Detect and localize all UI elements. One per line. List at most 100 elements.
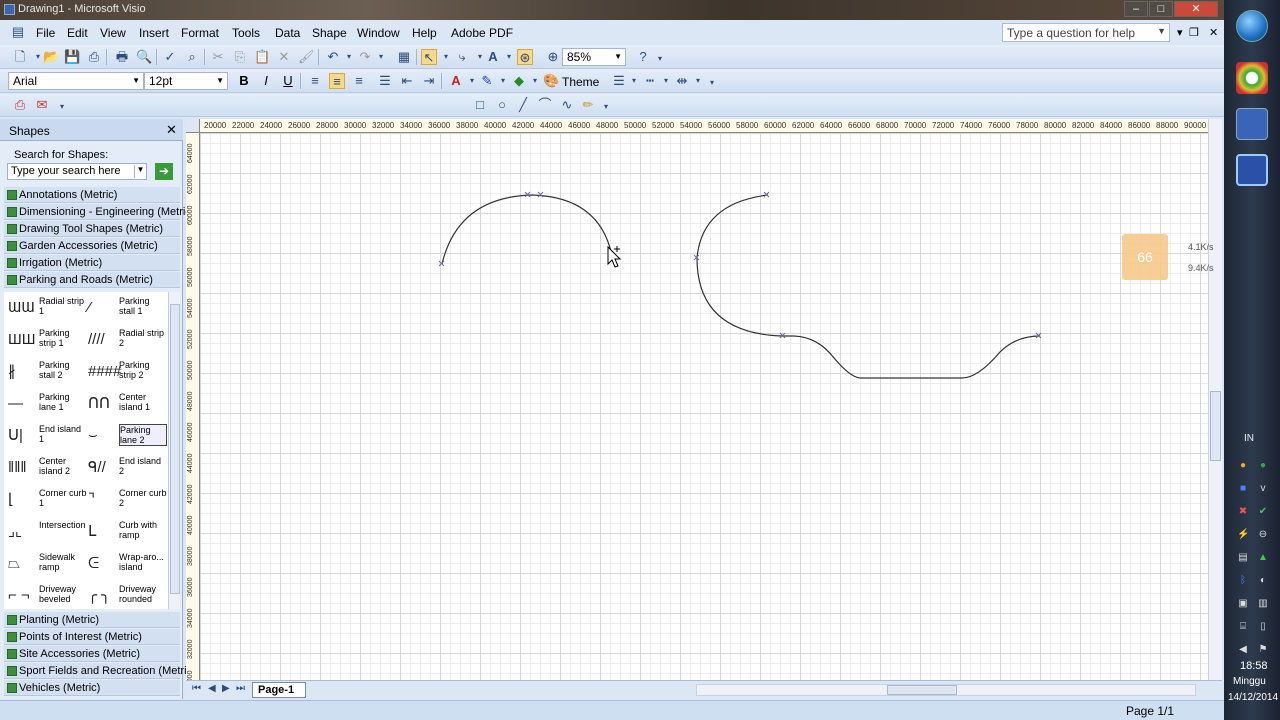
format-painter-icon[interactable]: 🖌 [298,49,315,65]
menu-help[interactable]: Help [412,26,437,40]
clock-day[interactable]: Minggu [1233,676,1266,687]
menu-tools[interactable]: Tools [232,26,260,40]
print-preview-icon[interactable]: 🔍 [136,49,152,65]
tray-app-icon[interactable]: ◐ [1257,575,1269,587]
delete-icon[interactable]: ✕ [276,49,292,65]
next-page-icon[interactable]: ▶ [222,683,230,694]
redo-icon[interactable]: ↷ [357,49,373,65]
last-page-icon[interactable]: ⏭ [236,683,245,694]
help-search-input[interactable]: Type a question for help ▼ [1002,23,1170,42]
align-right-icon[interactable]: ≡ [351,73,367,89]
shape-wrap-around-island[interactable]: ᕮ Wrap-aro... island [84,550,164,580]
shape-parking-stall-1[interactable]: ⁄ Parking stall 1 [84,294,164,324]
shape-driveway-rounded[interactable]: ╭ ╮ Driveway rounded [84,582,164,609]
line-pattern-icon[interactable]: ┅ [642,73,658,89]
copy-icon[interactable]: ⎘ [232,49,248,65]
chrome-icon[interactable] [1236,62,1268,94]
spelling-icon[interactable]: ✓ [162,49,178,65]
pdf-convert-icon[interactable]: ⎙ [12,97,28,113]
tray-app-icon[interactable]: ✔ [1257,506,1269,518]
visio-taskbar-icon[interactable] [1236,108,1268,140]
toolbar-options-icon[interactable]: ▾ [54,99,70,115]
shape-radial-strip-1[interactable]: ƜƜ Radial strip 1 [4,294,84,324]
tray-app-icon[interactable]: ⊖ [1257,529,1269,541]
fill-color-icon[interactable]: ◆ [511,73,527,89]
menu-view[interactable]: View [100,26,126,40]
clock-time[interactable]: 18:58 [1240,660,1268,672]
shape-parking-strip-2[interactable]: #### Parking strip 2 [84,358,164,388]
stencil-parking-roads[interactable]: Parking and Roads (Metric) [4,272,180,288]
shape-corner-curb-2[interactable]: ⌝ Corner curb 2 [84,486,167,516]
doc-minimize-icon[interactable]: ▾ [1177,26,1183,39]
shape-end-island-1[interactable]: ᑌ| End island 1 [4,422,84,452]
text-tool-icon[interactable]: A [485,49,501,65]
doc-restore-icon[interactable]: ❐ [1189,26,1199,39]
underline-button[interactable]: U [280,73,296,89]
align-left-icon[interactable]: ≡ [307,73,323,89]
menu-file[interactable]: File [36,26,55,40]
tray-app-icon[interactable]: ■ [1237,483,1249,495]
cut-icon[interactable]: ✂ [210,49,226,65]
chevron-down-icon[interactable]: ▼ [216,76,224,85]
stencil-irrigation[interactable]: Irrigation (Metric) [4,255,180,271]
stencil-planting[interactable]: Planting (Metric) [4,612,180,628]
minimize-button[interactable]: – [1124,1,1148,17]
save-icon[interactable]: 💾 [64,49,80,65]
network-icon[interactable]: ⌸ [1237,621,1249,633]
arc-tool-icon[interactable]: ⌒ [537,97,553,113]
chevron-down-icon[interactable]: ▾ [495,73,511,89]
pointer-tool-icon[interactable]: ↖ [421,49,437,65]
menu-edit[interactable]: Edit [67,26,88,40]
line-tool-icon[interactable]: ╱ [515,97,531,113]
vertical-scrollbar[interactable] [1208,119,1222,680]
menu-data[interactable]: Data [275,26,300,40]
increase-indent-icon[interactable]: ⇥ [421,73,437,89]
zoom-select[interactable]: 85% ▼ [562,48,626,66]
line-ends-icon[interactable]: ⇹ [674,73,690,89]
bluetooth-icon[interactable]: ᛒ [1237,575,1249,587]
chevron-down-icon[interactable]: ▾ [464,73,480,89]
connection-point[interactable] [438,260,445,267]
chevron-down-icon[interactable]: ▾ [658,73,674,89]
ellipse-tool-icon[interactable]: ○ [494,97,510,113]
chevron-down-icon[interactable]: ▾ [373,49,389,65]
scrollbar-thumb[interactable] [170,304,180,594]
pan-zoom-icon[interactable]: ⊕ [545,49,561,65]
shape-driveway-beveled[interactable]: ⌐ ¬ Driveway beveled [4,582,84,609]
connector-tool-icon[interactable]: ⤷ [454,49,470,65]
menu-adobe-pdf[interactable]: Adobe PDF [451,26,513,40]
shape-radial-strip-2[interactable]: //// Radial strip 2 [84,326,164,356]
arc-shape[interactable] [441,194,613,265]
print-icon[interactable]: 🖶 [114,49,130,65]
prev-page-icon[interactable]: ◀ [208,683,216,694]
language-indicator[interactable]: IN [1244,433,1254,444]
chevron-down-icon[interactable]: ▼ [614,52,622,61]
chevron-down-icon[interactable]: ▼ [1157,26,1166,36]
stencil-dimensioning[interactable]: Dimensioning - Engineering (Metric) [4,204,194,220]
stencil-annotations[interactable]: Annotations (Metric) [4,187,180,203]
stencil-points-of-interest[interactable]: Points of Interest (Metric) [4,629,180,645]
visio-active-icon[interactable] [1236,154,1268,186]
vertical-ruler[interactable]: 64000 62000 60000 58000 56000 54000 52000 50000… [186,133,200,680]
tab-page-1[interactable]: Page-1 [252,682,306,698]
toolbar-options-icon[interactable]: ▾ [704,75,720,91]
pencil-tool-icon[interactable]: ✏ [580,97,596,113]
shape-curb-with-ramp[interactable]: ᒪ Curb with ramp [84,518,164,548]
search-go-button[interactable]: ➔ [155,163,173,180]
font-size-select[interactable]: 12pt ▼ [144,72,228,90]
chevron-down-icon[interactable]: ▾ [527,73,543,89]
tray-app-icon[interactable]: ▲ [1257,552,1269,564]
chevron-down-icon[interactable]: ▾ [438,49,454,65]
document-icon[interactable]: ▤ [10,24,26,40]
decrease-indent-icon[interactable]: ⇤ [399,73,415,89]
start-button[interactable] [1236,10,1268,42]
stencil-sport-fields[interactable]: Sport Fields and Recreation (Metric) [4,663,196,679]
shape-center-island-2[interactable]: ‖‖‖ Center island 2 [4,454,84,484]
menu-shape[interactable]: Shape [312,26,347,40]
chevron-down-icon[interactable]: ▼ [132,76,140,85]
chevron-down-icon[interactable]: ▾ [626,73,642,89]
stencil-garden[interactable]: Garden Accessories (Metric) [4,238,180,254]
shape-center-island-1[interactable]: ᑎᑎ Center island 1 [84,390,164,420]
chevron-down-icon[interactable]: ▾ [341,49,357,65]
shape-parking-lane-1[interactable]: — Parking lane 1 [4,390,84,420]
